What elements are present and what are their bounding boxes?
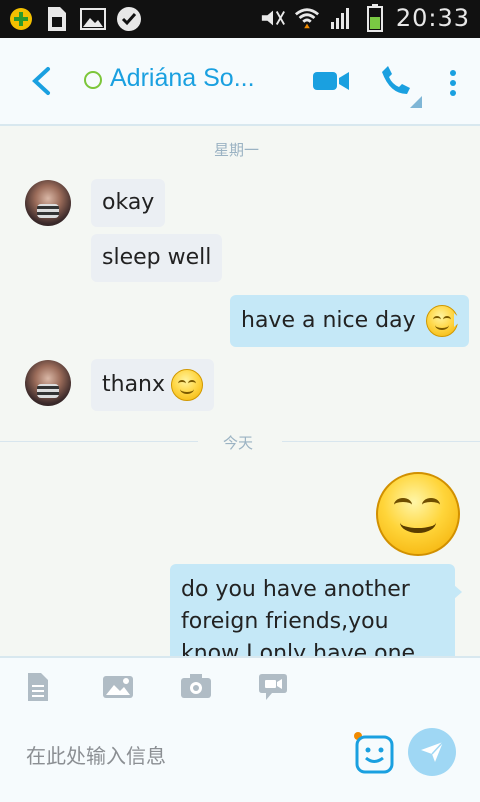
voice-call-button[interactable] <box>380 64 412 96</box>
message-composer: 在此处输入信息 <box>0 656 480 802</box>
message-incoming[interactable]: okay <box>91 179 166 227</box>
smile-emoji-icon <box>171 369 204 401</box>
status-right-icons: 20:33 <box>260 4 470 32</box>
document-icon[interactable] <box>26 672 56 702</box>
presence-status-icon <box>84 71 102 89</box>
send-button[interactable] <box>408 728 456 776</box>
message-outgoing[interactable]: have a nice day <box>230 295 469 347</box>
message-text: sleep well <box>102 245 212 270</box>
message-outgoing[interactable]: do you have another foreign friends,you … <box>170 564 455 666</box>
photo-gallery-icon[interactable] <box>102 672 133 702</box>
plus-circle-icon <box>8 6 34 32</box>
send-icon <box>421 741 444 762</box>
date-separator-monday: 星期一 <box>214 141 260 159</box>
message-incoming[interactable]: sleep well <box>91 234 223 282</box>
battery-icon <box>362 4 388 32</box>
status-time: 20:33 <box>395 4 470 32</box>
message-text-line: foreign friends,you <box>181 609 389 634</box>
camera-icon[interactable] <box>180 672 211 702</box>
image-icon <box>80 6 106 32</box>
smile-emoji-icon <box>425 305 458 337</box>
message-input[interactable]: 在此处输入信息 <box>26 740 166 769</box>
check-badge-icon <box>116 6 142 32</box>
bubble-tail <box>454 585 462 599</box>
emoticon-picker-button[interactable] <box>354 732 394 774</box>
message-incoming[interactable]: thanx <box>91 359 215 411</box>
divider-line <box>282 441 480 442</box>
large-smile-emoji-icon[interactable] <box>376 472 460 556</box>
message-text: okay <box>102 190 155 215</box>
call-options-indicator-icon <box>410 96 422 108</box>
date-separator-today: 今天 <box>223 434 254 452</box>
wifi-icon <box>294 5 320 31</box>
message-text: thanx <box>102 372 166 397</box>
status-left-icons <box>8 6 142 32</box>
video-message-icon[interactable] <box>258 672 288 702</box>
more-options-button[interactable] <box>448 68 458 98</box>
divider-line <box>0 441 198 442</box>
video-call-button[interactable] <box>312 68 350 94</box>
message-text-line: do you have another <box>181 577 410 602</box>
back-button[interactable] <box>28 66 54 96</box>
contact-avatar[interactable] <box>25 180 71 226</box>
chat-header: Adriána So... <box>0 38 480 126</box>
contact-avatar[interactable] <box>25 360 71 406</box>
signal-icon <box>328 5 354 31</box>
sim-file-icon <box>44 6 70 32</box>
message-text: have a nice day <box>241 308 416 333</box>
status-bar: 20:33 <box>0 0 480 38</box>
contact-name[interactable]: Adriána So... <box>110 64 255 93</box>
mute-icon <box>260 5 286 31</box>
bubble-tail <box>454 313 462 327</box>
